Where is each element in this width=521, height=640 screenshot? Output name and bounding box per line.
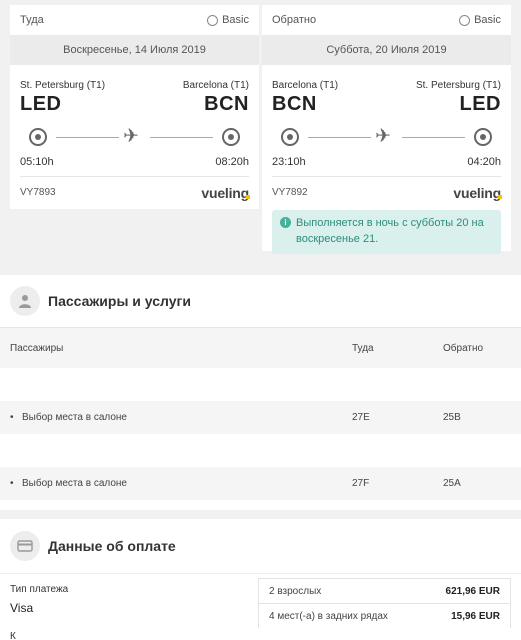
person-icon [10, 286, 40, 316]
service-outbound-seat: 27F [352, 478, 370, 489]
service-name: Выбор места в салоне [22, 412, 127, 423]
overnight-notice-text: Выполняется в ночь с субботы 20 на воскр… [296, 217, 484, 245]
outbound-departure-time: 05:10h [20, 156, 54, 168]
return-fare-label: Basic [474, 14, 501, 26]
passengers-section-header: Пассажиры и услуги [0, 275, 521, 328]
passenger-row [0, 434, 521, 467]
payment-section-title: Данные об оплате [48, 538, 176, 554]
summary-amount: 621,96 EUR [445, 585, 500, 597]
airplane-icon: ✈ [375, 126, 391, 147]
outbound-direction-label: Туда [20, 14, 44, 26]
outbound-from-city: St. Petersburg (T1) [20, 80, 106, 91]
outbound-flight-number: VY7893 [20, 187, 56, 198]
origin-dot-icon [29, 128, 47, 146]
col-passengers: Пассажиры [10, 342, 64, 354]
return-basic-option[interactable]: Basic [459, 14, 501, 26]
outbound-from-code: LED [20, 93, 62, 115]
outbound-date-bar: Воскресенье, 14 Июля 2019 [10, 35, 259, 65]
outbound-arrival-time: 08:20h [215, 156, 249, 168]
outbound-cities: St. Petersburg (T1) Barcelona (T1) [10, 80, 259, 91]
destination-dot-icon [222, 128, 240, 146]
col-outbound: Туда [352, 342, 374, 354]
passengers-section-title: Пассажиры и услуги [48, 293, 191, 309]
radio-icon[interactable] [459, 14, 471, 26]
credit-card-icon [10, 531, 40, 561]
service-row: • Выбор места в салоне 27E 25B [0, 401, 521, 434]
outbound-fare-label: Basic [222, 14, 249, 26]
outbound-date: Воскресенье, 14 Июля 2019 [63, 44, 206, 56]
return-route-graphic: ✈ [272, 120, 501, 154]
airline-logo: vueling [453, 184, 502, 201]
passengers-section: Пассажиры и услуги Пассажиры Туда Обратн… [0, 275, 521, 510]
bullet-icon: • [10, 412, 14, 423]
route-line [308, 137, 371, 138]
payment-type-label: Тип платежа [10, 584, 69, 595]
return-date: Суббота, 20 Июля 2019 [326, 44, 447, 56]
return-flight-number: VY7892 [272, 187, 308, 198]
service-outbound-seat: 27E [352, 412, 370, 423]
overnight-notice: i Выполняется в ночь с субботы 20 на вос… [272, 210, 501, 254]
outbound-times: 05:10h 08:20h [10, 156, 259, 168]
service-row: • Выбор места в салоне 27F 25A [0, 467, 521, 500]
summary-row: 4 мест(-а) в задних рядах 15,96 EUR [258, 603, 511, 628]
return-flight-card: Обратно Basic Суббота, 20 Июля 2019 Barc… [262, 5, 511, 254]
airplane-icon: ✈ [123, 126, 139, 147]
destination-dot-icon [474, 128, 492, 146]
route-line [402, 137, 465, 138]
outbound-card-header: Туда Basic [10, 5, 259, 35]
return-date-bar: Суббота, 20 Июля 2019 [262, 35, 511, 65]
return-from-city: Barcelona (T1) [272, 80, 339, 91]
service-name: Выбор места в салоне [22, 478, 127, 489]
summary-row: 2 взрослых 621,96 EUR [258, 578, 511, 603]
radio-icon[interactable] [207, 14, 219, 26]
service-return-seat: 25B [443, 412, 461, 423]
payment-second-label: К [10, 631, 16, 640]
airline-logo: vueling [201, 184, 250, 201]
return-to-city: St. Petersburg (T1) [415, 80, 501, 91]
outbound-route-graphic: ✈ [20, 120, 249, 154]
return-card-header: Обратно Basic [262, 5, 511, 35]
payment-summary: 2 взрослых 621,96 EUR 4 мест(-а) в задни… [258, 578, 511, 628]
payment-section: Данные об оплате Тип платежа Visa К 2 вз… [0, 519, 521, 640]
outbound-to-city: Barcelona (T1) [182, 80, 249, 91]
summary-label: 4 мест(-а) в задних рядах [269, 610, 388, 622]
payment-section-header: Данные об оплате [0, 519, 521, 574]
info-icon: i [280, 217, 291, 228]
return-from-code: BCN [272, 93, 317, 115]
flights-panel: Туда Basic Воскресенье, 14 Июля 2019 St.… [0, 0, 521, 268]
summary-amount: 15,96 EUR [451, 610, 500, 622]
return-codes: BCN LED [262, 93, 511, 116]
return-times: 23:10h 04:20h [262, 156, 511, 168]
service-return-seat: 25A [443, 478, 461, 489]
outbound-basic-option[interactable]: Basic [207, 14, 249, 26]
outbound-flight-card: Туда Basic Воскресенье, 14 Июля 2019 St.… [10, 5, 259, 209]
outbound-card-footer: VY7893 vueling [20, 176, 250, 208]
route-line [150, 137, 213, 138]
return-departure-time: 23:10h [272, 156, 306, 168]
return-direction-label: Обратно [272, 14, 317, 26]
outbound-to-code: BCN [204, 93, 249, 115]
summary-label: 2 взрослых [269, 585, 322, 597]
return-to-code: LED [459, 93, 501, 115]
passengers-table-header: Пассажиры Туда Обратно [0, 328, 521, 368]
return-card-footer: VY7892 vueling [272, 176, 502, 208]
payment-type-value: Visa [10, 601, 34, 615]
col-return: Обратно [443, 342, 484, 354]
route-line [56, 137, 119, 138]
outbound-codes: LED BCN [10, 93, 259, 116]
origin-dot-icon [281, 128, 299, 146]
bullet-icon: • [10, 478, 14, 489]
passenger-row [0, 368, 521, 401]
return-arrival-time: 04:20h [467, 156, 501, 168]
return-cities: Barcelona (T1) St. Petersburg (T1) [262, 80, 511, 91]
